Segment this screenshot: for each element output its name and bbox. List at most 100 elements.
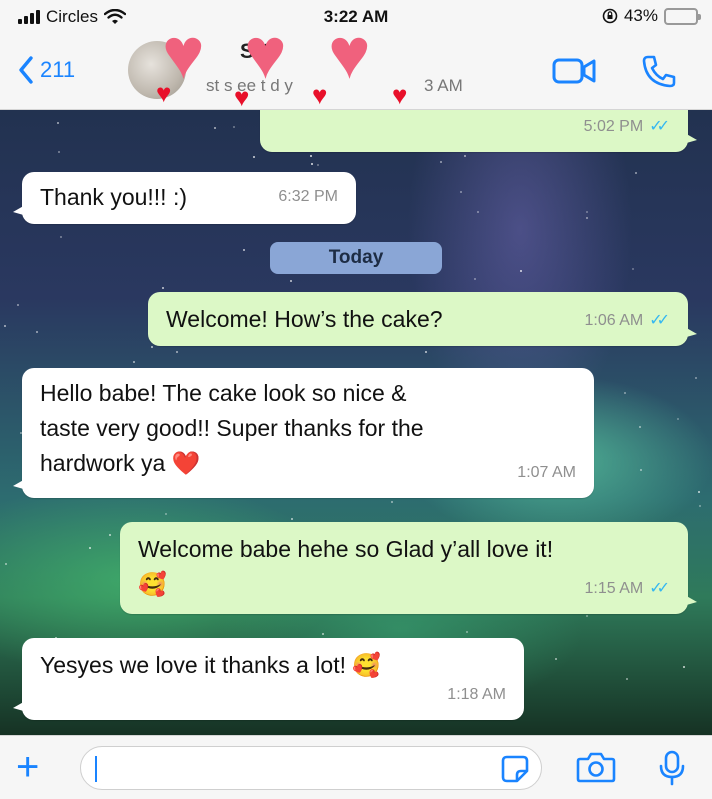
- wallpaper-star: [165, 513, 167, 515]
- composer-bar: +: [0, 735, 712, 799]
- wallpaper-star: [151, 346, 153, 348]
- wallpaper-star: [635, 172, 637, 174]
- wallpaper-star: [477, 211, 479, 213]
- wallpaper-star: [474, 278, 476, 280]
- attach-plus-button[interactable]: +: [16, 747, 39, 787]
- wallpaper-star: [466, 631, 468, 633]
- wallpaper-star: [162, 287, 164, 289]
- wallpaper-star: [310, 155, 312, 157]
- back-button[interactable]: 211: [18, 56, 75, 84]
- message-time: 1:07 AM: [517, 464, 576, 481]
- wallpaper-star: [17, 304, 19, 306]
- message-meta: 5:02 PM ✓✓: [584, 110, 670, 144]
- battery-percent: 43%: [623, 6, 658, 25]
- wallpaper-star: [253, 156, 255, 158]
- sticker-icon: [501, 755, 529, 783]
- wallpaper-star: [176, 351, 178, 353]
- message-meta: 1:06 AM ✓✓: [584, 303, 670, 338]
- message-text: Thank you!!! :): [40, 184, 188, 210]
- small-heart-icon: ♥: [392, 80, 408, 110]
- wallpaper-star: [243, 249, 245, 251]
- wallpaper-star: [322, 633, 324, 635]
- wallpaper-star: [683, 666, 685, 668]
- message-bubble-incoming[interactable]: Thank you!!! :) 6:32 PM: [13, 172, 356, 224]
- message-meta: 1:07 AM: [517, 455, 576, 490]
- message-text: Welcome babe hehe so Glad y’all love it!…: [138, 536, 554, 597]
- wallpaper-star: [391, 501, 393, 503]
- message-time: 5:02 PM: [583, 118, 644, 135]
- wallpaper-star: [58, 151, 60, 153]
- read-receipt-icon: ✓✓: [649, 118, 670, 135]
- message-bubble-outgoing[interactable]: Welcome! How’s the cake? 1:06 AM ✓✓: [148, 292, 697, 346]
- heart-sticker-icon: ♥: [244, 14, 287, 94]
- chat-header: 211 S O st s ee t d y 3 AM ♥ ♥ ♥ ♥ ♥ ♥ ♥: [0, 18, 712, 112]
- message-meta: 6:32 PM: [278, 179, 338, 214]
- microphone-icon: [659, 750, 685, 786]
- battery-icon: [664, 7, 701, 25]
- message-time: 6:32 PM: [278, 188, 338, 205]
- phone-icon: [642, 55, 676, 88]
- message-time: 1:18 AM: [447, 686, 506, 703]
- message-text: Hello babe! The cake look so nice & tast…: [40, 380, 424, 476]
- wallpaper-star: [639, 426, 641, 428]
- wallpaper-star: [460, 191, 462, 193]
- wallpaper-star: [89, 547, 91, 549]
- contact-status-time: 3 AM: [424, 76, 463, 95]
- wallpaper-star: [109, 534, 111, 536]
- wallpaper-star: [60, 236, 62, 238]
- status-right: 43%: [602, 6, 701, 26]
- wallpaper-star: [640, 469, 642, 471]
- chevron-left-icon: [19, 56, 33, 84]
- wallpaper-star: [133, 361, 135, 363]
- small-heart-icon: ♥: [234, 82, 250, 112]
- wallpaper-star: [214, 127, 216, 129]
- wallpaper-star: [699, 505, 701, 507]
- wallpaper-star: [57, 122, 59, 124]
- message-input[interactable]: [80, 746, 542, 790]
- wallpaper-star: [677, 418, 679, 420]
- camera-button[interactable]: [576, 750, 616, 786]
- wallpaper-star: [695, 377, 697, 379]
- wallpaper-star: [555, 658, 557, 660]
- small-heart-icon: ♥: [312, 80, 328, 110]
- wallpaper-star: [626, 678, 628, 680]
- wallpaper-star: [520, 270, 522, 272]
- wallpaper-star: [632, 268, 634, 270]
- message-bubble-outgoing[interactable]: Welcome babe hehe so Glad y’all love it!…: [120, 522, 697, 614]
- message-bubble-incoming[interactable]: Yesyes we love it thanks a lot! 🥰 1:18 A…: [13, 638, 524, 720]
- video-camera-icon: [552, 58, 596, 84]
- wallpaper-star: [290, 280, 292, 282]
- video-call-button[interactable]: [552, 54, 598, 88]
- message-time: 1:06 AM: [584, 312, 644, 329]
- message-bubble-incoming[interactable]: Hello babe! The cake look so nice & tast…: [13, 368, 594, 498]
- message-bubble-outgoing[interactable]: 5:02 PM ✓✓: [260, 110, 697, 152]
- sticker-button[interactable]: [501, 755, 529, 783]
- message-text: Welcome! How’s the cake?: [166, 306, 443, 332]
- message-time: 1:15 AM: [584, 580, 644, 597]
- camera-icon: [576, 752, 616, 783]
- wallpaper-star: [586, 211, 588, 213]
- message-meta: 1:18 AM: [447, 677, 506, 712]
- small-heart-icon: ♥: [156, 78, 172, 108]
- text-caret: [95, 756, 97, 782]
- voice-message-button[interactable]: [658, 750, 688, 786]
- wallpaper-star: [4, 325, 6, 327]
- read-receipt-icon: ✓✓: [649, 580, 670, 597]
- voice-call-button[interactable]: [640, 54, 676, 88]
- wallpaper-star: [425, 351, 427, 353]
- wallpaper-star: [5, 563, 7, 565]
- wallpaper-star: [317, 164, 319, 166]
- wallpaper-star: [291, 518, 293, 520]
- wallpaper-star: [233, 126, 235, 128]
- read-receipt-icon: ✓✓: [649, 312, 670, 329]
- unread-count: 211: [40, 57, 76, 82]
- wallpaper-star: [36, 331, 38, 333]
- message-text: Yesyes we love it thanks a lot! 🥰: [40, 652, 382, 678]
- wallpaper-star: [586, 615, 588, 617]
- date-separator: Today: [270, 242, 442, 274]
- wallpaper-star: [311, 163, 313, 165]
- wallpaper-star: [624, 392, 626, 394]
- wallpaper-star: [464, 155, 466, 157]
- message-meta: 1:15 AM ✓✓: [584, 571, 670, 606]
- chat-area[interactable]: 5:02 PM ✓✓ Thank you!!! :) 6:32 PM Today…: [0, 110, 712, 735]
